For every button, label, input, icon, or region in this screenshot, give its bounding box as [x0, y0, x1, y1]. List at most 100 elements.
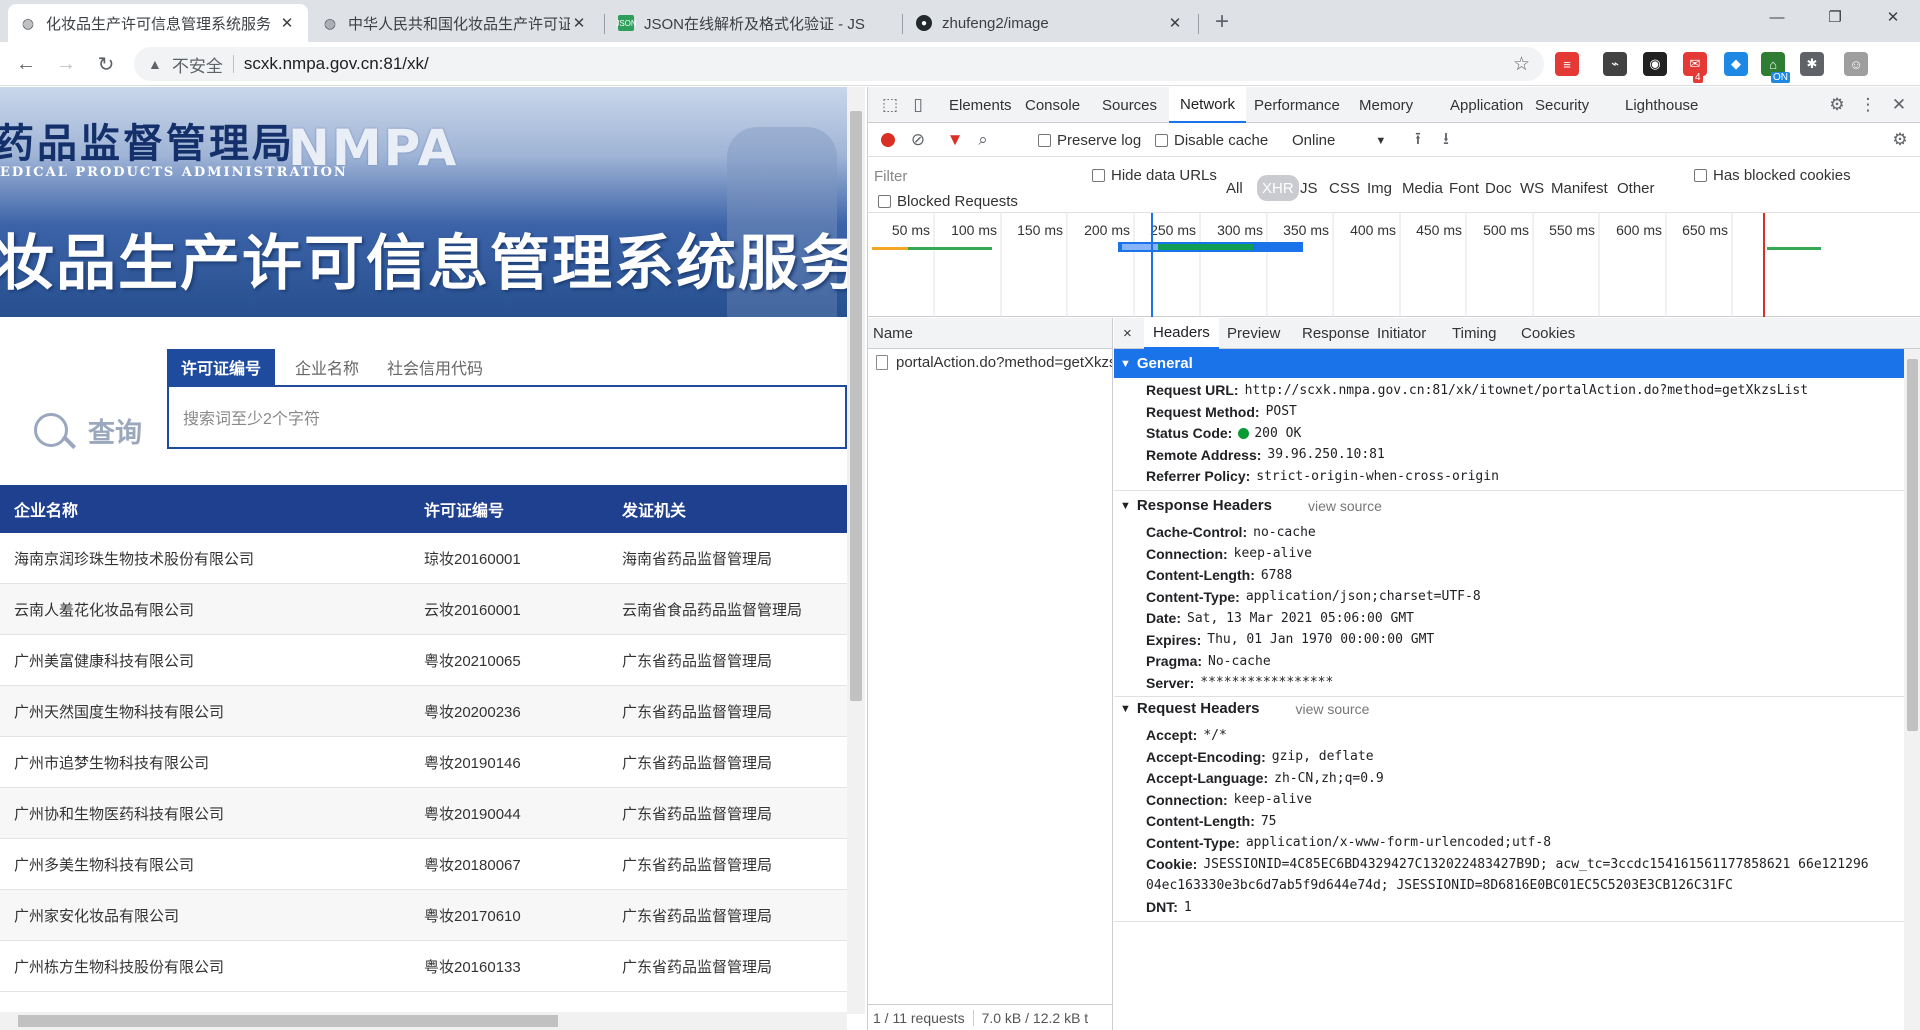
device-toolbar-icon[interactable]: ▯	[906, 93, 930, 117]
search-tab-credit-code[interactable]: 社会信用代码	[373, 349, 497, 385]
table-row[interactable]: 广州市追梦生物科技有限公司 粤妆20190146 广东省药品监督管理局	[0, 737, 847, 788]
import-har-icon[interactable]: ⭱	[1406, 128, 1430, 152]
export-har-icon[interactable]: ⭳	[1434, 128, 1458, 152]
ext-profile-icon[interactable]: ☺	[1844, 52, 1868, 76]
details-tab-response[interactable]: Response	[1293, 318, 1379, 349]
type-filter-js[interactable]: JS	[1295, 175, 1323, 201]
table-row[interactable]: 广州美富健康科技有限公司 粤妆20210065 广东省药品监督管理局	[0, 635, 847, 686]
devtools-tab-security[interactable]: Security	[1524, 87, 1600, 123]
address-bar[interactable]: ▲ 不安全 scxk.nmpa.gov.cn:81/xk/ ☆	[134, 47, 1544, 81]
type-filter-ws[interactable]: WS	[1515, 175, 1549, 201]
search-tab-license-number[interactable]: 许可证编号	[167, 349, 276, 385]
browser-tab-active[interactable]: ◍ 化妆品生产许可信息管理系统服务 ✕	[8, 4, 308, 42]
type-filter-manifest[interactable]: Manifest	[1546, 175, 1613, 201]
devtools-tab-performance[interactable]: Performance	[1243, 87, 1351, 123]
section-response-headers[interactable]: ▼ Response Headers view source	[1114, 491, 1904, 520]
maximize-button[interactable]: ❐	[1812, 0, 1858, 34]
ext-red-icon[interactable]: ≡	[1555, 52, 1579, 76]
devtools-tab-console[interactable]: Console	[1014, 87, 1091, 123]
table-row[interactable]: 广州栋方生物科技股份有限公司 粤妆20160133 广东省药品监督管理局	[0, 941, 847, 992]
section-general[interactable]: ▼ General	[1114, 349, 1904, 378]
devtools-tab-network[interactable]: Network	[1169, 87, 1247, 123]
search-tab-company-name[interactable]: 企业名称	[281, 349, 373, 385]
devtools-tab-sources[interactable]: Sources	[1091, 87, 1168, 123]
table-row[interactable]: 广州多美生物科技有限公司 粤妆20180067 广东省药品监督管理局	[0, 839, 847, 890]
request-row[interactable]: portalAction.do?method=getXkzsList	[868, 349, 1112, 375]
type-filter-other[interactable]: Other	[1612, 175, 1660, 201]
page-vertical-scrollbar[interactable]	[847, 87, 865, 1014]
inspect-element-icon[interactable]: ⬚	[878, 93, 902, 117]
browser-tab[interactable]: ◍ 中华人民共和国化妆品生产许可证 ✕	[310, 4, 600, 42]
filter-input[interactable]: Filter	[874, 165, 1034, 187]
ext-chart-icon[interactable]: ⌁	[1603, 52, 1627, 76]
blocked-requests-checkbox[interactable]: Blocked Requests	[878, 193, 1018, 210]
ext-puzzle-icon[interactable]: ✱	[1800, 52, 1824, 76]
view-source-link[interactable]: view source	[1295, 701, 1369, 717]
close-devtools-icon[interactable]: ✕	[1887, 93, 1911, 117]
settings-gear-icon[interactable]: ⚙	[1825, 93, 1849, 117]
ext-diamond-icon[interactable]: ◆	[1724, 52, 1748, 76]
type-filter-img[interactable]: Img	[1362, 175, 1397, 201]
type-filter-xhr[interactable]: XHR	[1257, 175, 1299, 201]
bookmark-star-icon[interactable]: ☆	[1513, 53, 1530, 76]
type-filter-doc[interactable]: Doc	[1480, 175, 1517, 201]
close-tab-icon[interactable]: ✕	[570, 14, 588, 32]
close-details-icon[interactable]: ×	[1114, 318, 1141, 349]
devtools-tab-memory[interactable]: Memory	[1348, 87, 1424, 123]
collapse-triangle-icon[interactable]: ▼	[1120, 703, 1131, 715]
browser-tab[interactable]: JSON JSON在线解析及格式化验证 - JS	[606, 4, 900, 42]
more-options-icon[interactable]: ⋮	[1856, 93, 1880, 117]
disable-cache-checkbox[interactable]: Disable cache	[1155, 132, 1268, 149]
table-row[interactable]: 广州天然国度生物科技有限公司 粤妆20200236 广东省药品监督管理局	[0, 686, 847, 737]
search-input[interactable]: 搜索词至少2个字符	[167, 385, 847, 449]
section-title: Response Headers	[1136, 497, 1272, 514]
search-icon[interactable]: ⌕	[971, 128, 995, 152]
collapse-triangle-icon[interactable]: ▼	[1120, 358, 1131, 370]
back-button[interactable]: ←	[10, 48, 42, 80]
table-row[interactable]: 广州家安化妆品有限公司 粤妆20170610 广东省药品监督管理局	[0, 890, 847, 941]
details-tab-headers[interactable]: Headers	[1144, 318, 1219, 349]
type-filter-css[interactable]: CSS	[1324, 175, 1365, 201]
clear-icon[interactable]: ⊘	[906, 128, 930, 152]
filter-icon[interactable]: ▼	[943, 128, 967, 152]
table-row[interactable]: 广州协和生物医药科技有限公司 粤妆20190044 广东省药品监督管理局	[0, 788, 847, 839]
scroll-thumb[interactable]	[1907, 359, 1918, 731]
devtools-tab-lighthouse[interactable]: Lighthouse	[1614, 87, 1709, 123]
record-icon[interactable]	[876, 128, 900, 152]
new-tab-button[interactable]: +	[1206, 6, 1238, 38]
type-filter-all[interactable]: All	[1221, 175, 1248, 201]
table-row[interactable]: 云南人羞花化妆品有限公司 云妆20160001 云南省食品药品监督管理局	[0, 584, 847, 635]
details-scrollbar[interactable]	[1904, 349, 1920, 1030]
preserve-log-checkbox[interactable]: Preserve log	[1038, 132, 1141, 149]
forward-button[interactable]: →	[50, 48, 82, 80]
type-filter-font[interactable]: Font	[1444, 175, 1484, 201]
view-source-link[interactable]: view source	[1308, 498, 1382, 514]
header-key: Server:	[1146, 674, 1195, 691]
close-tab-icon[interactable]: ✕	[1166, 14, 1184, 32]
details-tab-preview[interactable]: Preview	[1218, 318, 1289, 349]
type-filter-media[interactable]: Media	[1397, 175, 1448, 201]
network-overview-timeline[interactable]: 50 ms 100 ms 150 ms 200 ms 250 ms 300 ms 350 m…	[868, 213, 1920, 317]
has-blocked-cookies-checkbox[interactable]: Has blocked cookies	[1694, 167, 1851, 184]
close-window-button[interactable]: ✕	[1870, 0, 1916, 34]
details-tab-cookies[interactable]: Cookies	[1512, 318, 1584, 349]
devtools-tab-application[interactable]: Application	[1439, 87, 1534, 123]
close-tab-icon[interactable]: ✕	[278, 14, 296, 32]
name-column-header[interactable]: Name	[868, 318, 1112, 349]
table-row[interactable]: 海南京润珍珠生物技术股份有限公司 琼妆20160001 海南省药品监督管理局	[0, 533, 847, 584]
scroll-thumb[interactable]	[18, 1015, 558, 1027]
section-request-headers[interactable]: ▼ Request Headers view source	[1114, 694, 1904, 723]
page-horizontal-scrollbar[interactable]	[0, 1012, 847, 1030]
devtools-tab-elements[interactable]: Elements	[938, 87, 1023, 123]
scroll-thumb[interactable]	[850, 111, 862, 701]
minimize-button[interactable]: —	[1754, 0, 1800, 34]
browser-tab[interactable]: ● zhufeng2/image ✕	[904, 4, 1196, 42]
details-tab-initiator[interactable]: Initiator	[1368, 318, 1435, 349]
ext-cat-icon[interactable]: ◉	[1643, 52, 1667, 76]
reload-button[interactable]: ↻	[90, 48, 122, 80]
collapse-triangle-icon[interactable]: ▼	[1120, 500, 1131, 512]
network-settings-icon[interactable]: ⚙	[1888, 128, 1912, 152]
throttling-select[interactable]: Online ▼	[1292, 132, 1386, 149]
details-tab-timing[interactable]: Timing	[1443, 318, 1505, 349]
hide-data-urls-checkbox[interactable]: Hide data URLs	[1092, 167, 1217, 184]
